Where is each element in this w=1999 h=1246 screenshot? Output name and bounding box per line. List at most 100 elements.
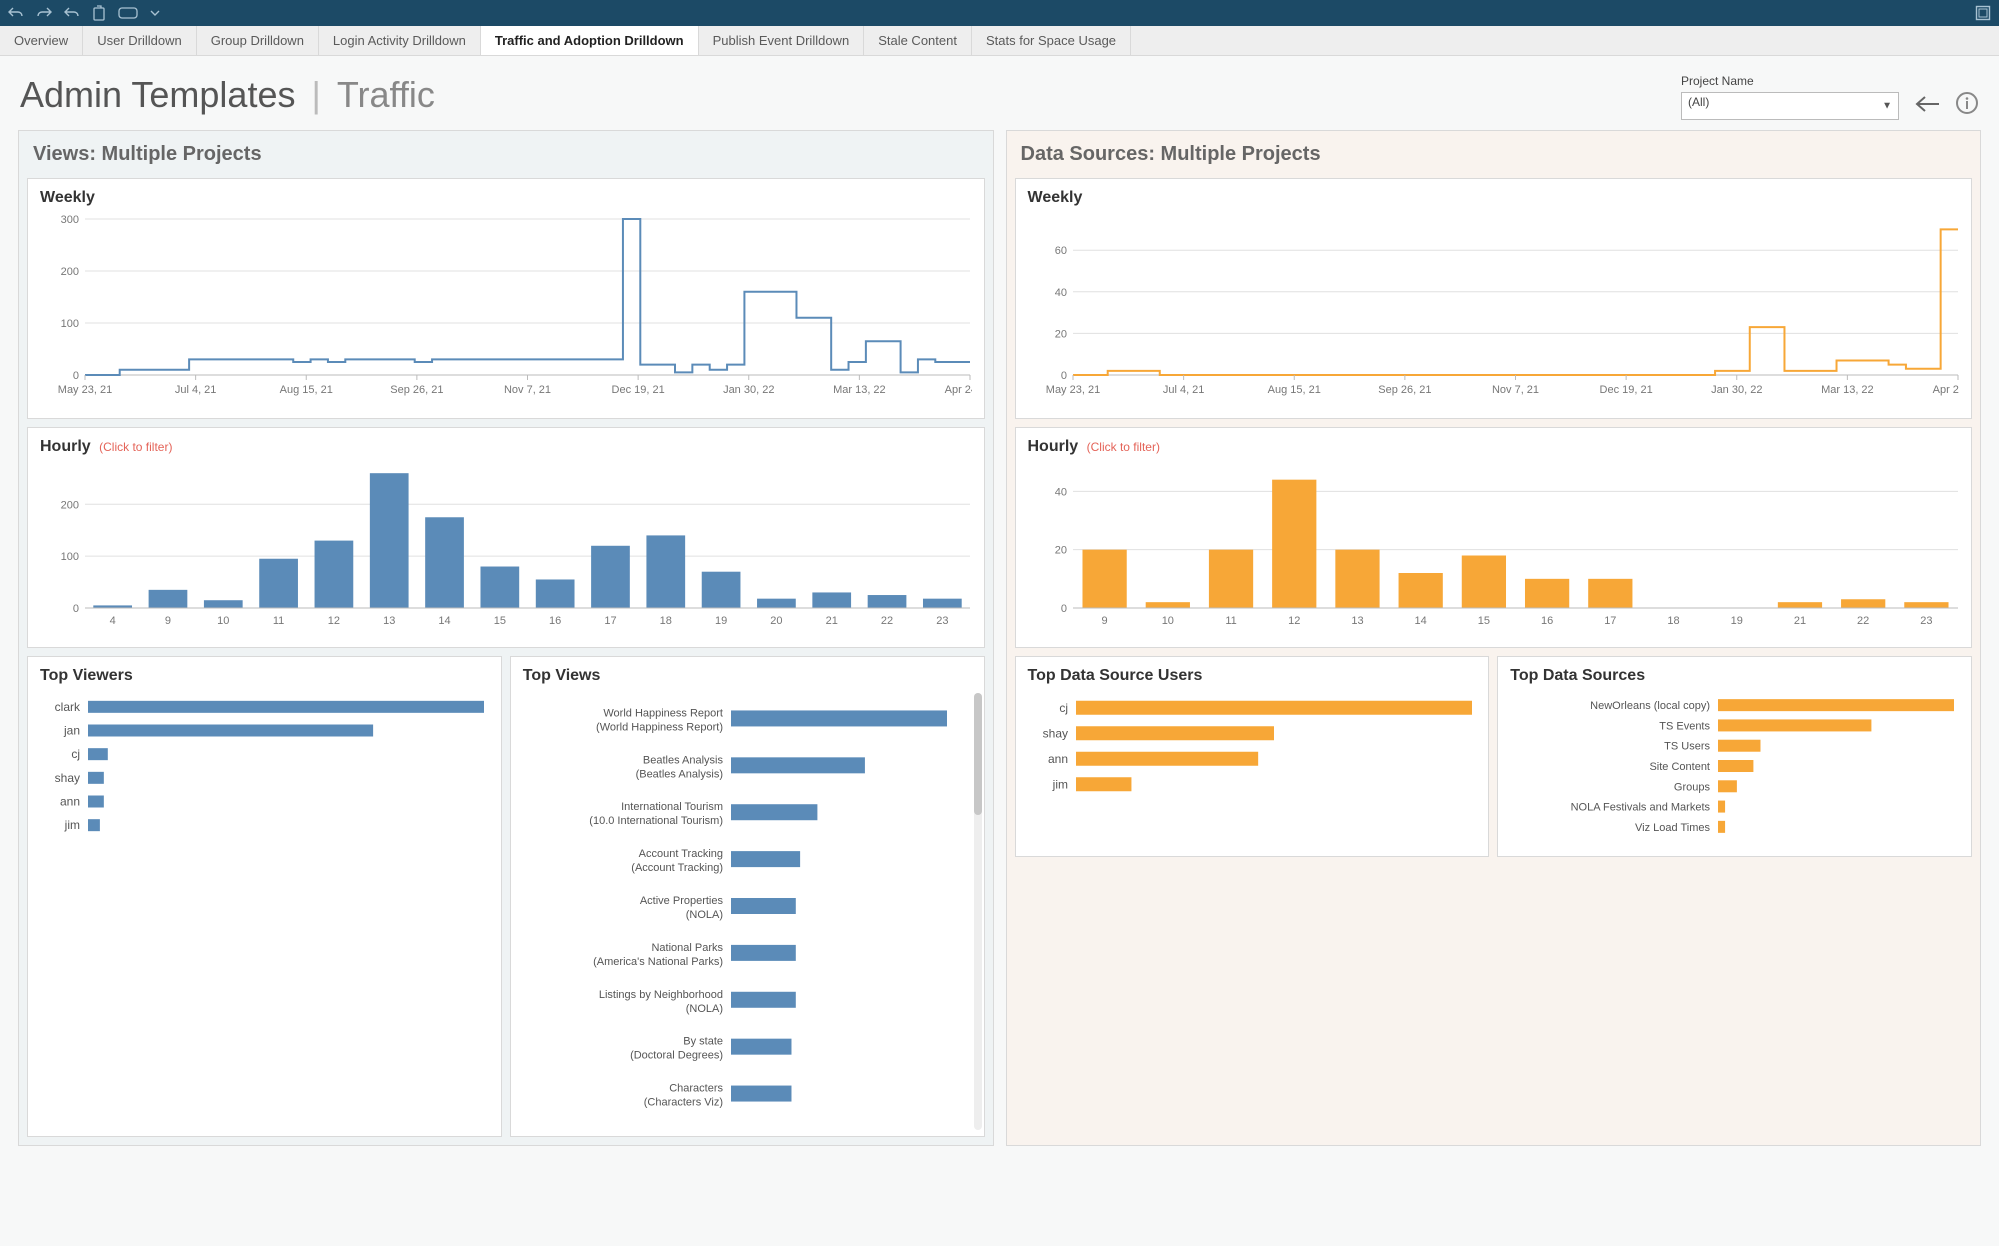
svg-text:Nov 7, 21: Nov 7, 21 — [504, 384, 551, 396]
redo-icon[interactable] — [36, 6, 52, 20]
undo-icon[interactable] — [8, 6, 24, 20]
svg-text:Jan 30, 22: Jan 30, 22 — [1711, 384, 1762, 396]
top-viewers-chart[interactable]: clarkjancjshayannjim — [40, 691, 489, 841]
svg-text:22: 22 — [1857, 615, 1869, 627]
back-arrow-icon[interactable] — [1913, 93, 1941, 120]
fullscreen-icon[interactable] — [1975, 5, 1991, 21]
views-hourly-chart[interactable]: 0100200491011121314151617181920212223 — [40, 462, 972, 632]
svg-text:0: 0 — [73, 603, 79, 615]
hourly-label: Hourly — [40, 438, 91, 455]
hourly-label: Hourly — [1028, 438, 1079, 455]
svg-text:cj: cj — [1059, 701, 1068, 715]
top-ds-users-chart[interactable]: cjshayannjim — [1028, 691, 1477, 801]
views-hourly-title: Hourly (Click to filter) — [40, 438, 972, 456]
top-toolbar — [0, 0, 1999, 26]
svg-text:11: 11 — [273, 615, 284, 627]
svg-text:Apr 24, 22: Apr 24, 22 — [1932, 384, 1959, 396]
svg-text:(Beatles Analysis): (Beatles Analysis) — [635, 768, 722, 780]
menu-caret-icon[interactable] — [150, 9, 160, 17]
svg-text:(Account Tracking): (Account Tracking) — [631, 862, 723, 874]
views-weekly-chart[interactable]: 0100200300May 23, 21Jul 4, 21Aug 15, 21S… — [40, 213, 972, 403]
svg-text:Mar 13, 22: Mar 13, 22 — [1821, 384, 1874, 396]
svg-text:20: 20 — [1054, 545, 1066, 557]
chevron-down-icon: ▼ — [1882, 101, 1892, 112]
tab-overview[interactable]: Overview — [0, 26, 83, 55]
svg-text:Beatles Analysis: Beatles Analysis — [643, 754, 724, 766]
svg-text:100: 100 — [61, 318, 79, 330]
svg-text:12: 12 — [1288, 615, 1300, 627]
tab-space-usage[interactable]: Stats for Space Usage — [972, 26, 1131, 55]
svg-text:15: 15 — [1477, 615, 1489, 627]
top-views-scrollbar[interactable] — [974, 693, 982, 1130]
svg-text:0: 0 — [1060, 370, 1066, 382]
svg-text:Jul 4, 21: Jul 4, 21 — [175, 384, 217, 396]
ds-weekly-title: Weekly — [1028, 189, 1960, 207]
svg-text:TS Events: TS Events — [1660, 720, 1711, 732]
svg-text:4: 4 — [110, 615, 116, 627]
svg-text:NewOrleans (local copy): NewOrleans (local copy) — [1590, 700, 1710, 712]
svg-text:14: 14 — [1414, 615, 1426, 627]
ds-weekly-panel: Weekly 0204060May 23, 21Jul 4, 21Aug 15,… — [1015, 178, 1973, 419]
svg-text:May 23, 21: May 23, 21 — [58, 384, 112, 396]
tab-publish-event[interactable]: Publish Event Drilldown — [699, 26, 865, 55]
title-page: Traffic — [337, 74, 435, 115]
hourly-hint: (Click to filter) — [99, 440, 172, 454]
top-views-chart[interactable]: World Happiness Report (World Happiness R… — [523, 691, 972, 1121]
svg-text:shay: shay — [55, 771, 80, 785]
svg-text:(World Happiness Report): (World Happiness Report) — [596, 721, 723, 733]
views-weekly-title: Weekly — [40, 189, 972, 207]
svg-text:Sep 26, 21: Sep 26, 21 — [1378, 384, 1431, 396]
info-icon[interactable] — [1955, 91, 1979, 120]
tab-traffic-adoption[interactable]: Traffic and Adoption Drilldown — [481, 26, 699, 55]
project-name-filter: Project Name (All) ▼ — [1681, 74, 1899, 120]
svg-text:14: 14 — [438, 615, 450, 627]
svg-text:Listings by Neighborhood: Listings by Neighborhood — [599, 989, 723, 1001]
svg-text:World Happiness Report: World Happiness Report — [603, 707, 723, 719]
tab-login-activity[interactable]: Login Activity Drilldown — [319, 26, 481, 55]
ds-section-title: Data Sources: Multiple Projects — [1015, 139, 1973, 170]
title-separator: | — [305, 74, 326, 115]
views-section: Views: Multiple Projects Weekly 01002003… — [18, 130, 994, 1146]
svg-text:11: 11 — [1225, 615, 1236, 627]
svg-text:19: 19 — [715, 615, 727, 627]
ds-weekly-chart[interactable]: 0204060May 23, 21Jul 4, 21Aug 15, 21Sep … — [1028, 213, 1960, 403]
svg-text:15: 15 — [494, 615, 506, 627]
svg-text:(Doctoral Degrees): (Doctoral Degrees) — [630, 1050, 723, 1062]
svg-text:jim: jim — [64, 818, 80, 832]
svg-text:10: 10 — [217, 615, 229, 627]
svg-text:17: 17 — [1604, 615, 1616, 627]
ds-hourly-title: Hourly (Click to filter) — [1028, 438, 1960, 456]
svg-text:ann: ann — [60, 795, 80, 809]
filter-label: Project Name — [1681, 74, 1899, 88]
hourly-hint: (Click to filter) — [1087, 440, 1160, 454]
save-icon[interactable] — [92, 5, 106, 21]
svg-text:60: 60 — [1054, 245, 1066, 257]
svg-text:Site Content: Site Content — [1650, 761, 1711, 773]
svg-text:40: 40 — [1054, 287, 1066, 299]
svg-text:May 23, 21: May 23, 21 — [1045, 384, 1099, 396]
tab-group-drilldown[interactable]: Group Drilldown — [197, 26, 319, 55]
top-ds-users-panel: Top Data Source Users cjshayannjim — [1015, 656, 1490, 857]
project-name-select[interactable]: (All) ▼ — [1681, 92, 1899, 120]
svg-text:(America's National Parks): (America's National Parks) — [593, 956, 723, 968]
sheet-tabs: Overview User Drilldown Group Drilldown … — [0, 26, 1999, 56]
ds-hourly-panel: Hourly (Click to filter) 020409101112131… — [1015, 427, 1973, 648]
svg-text:Aug 15, 21: Aug 15, 21 — [1267, 384, 1320, 396]
svg-text:9: 9 — [1101, 615, 1107, 627]
tab-user-drilldown[interactable]: User Drilldown — [83, 26, 197, 55]
revert-icon[interactable] — [64, 6, 80, 20]
ds-hourly-chart[interactable]: 02040910111213141516171819212223 — [1028, 462, 1960, 632]
svg-text:13: 13 — [1351, 615, 1363, 627]
svg-text:23: 23 — [1920, 615, 1932, 627]
tab-stale-content[interactable]: Stale Content — [864, 26, 972, 55]
presentation-icon[interactable] — [118, 7, 138, 19]
top-ds-chart[interactable]: NewOrleans (local copy)TS EventsTS Users… — [1510, 691, 1959, 841]
svg-text:clark: clark — [55, 700, 81, 714]
title-prefix: Admin Templates — [20, 74, 295, 115]
svg-text:200: 200 — [61, 266, 79, 278]
svg-text:200: 200 — [61, 499, 79, 511]
svg-text:13: 13 — [383, 615, 395, 627]
svg-text:22: 22 — [881, 615, 893, 627]
svg-text:Active Properties: Active Properties — [640, 895, 724, 907]
svg-text:National Parks: National Parks — [651, 942, 723, 954]
